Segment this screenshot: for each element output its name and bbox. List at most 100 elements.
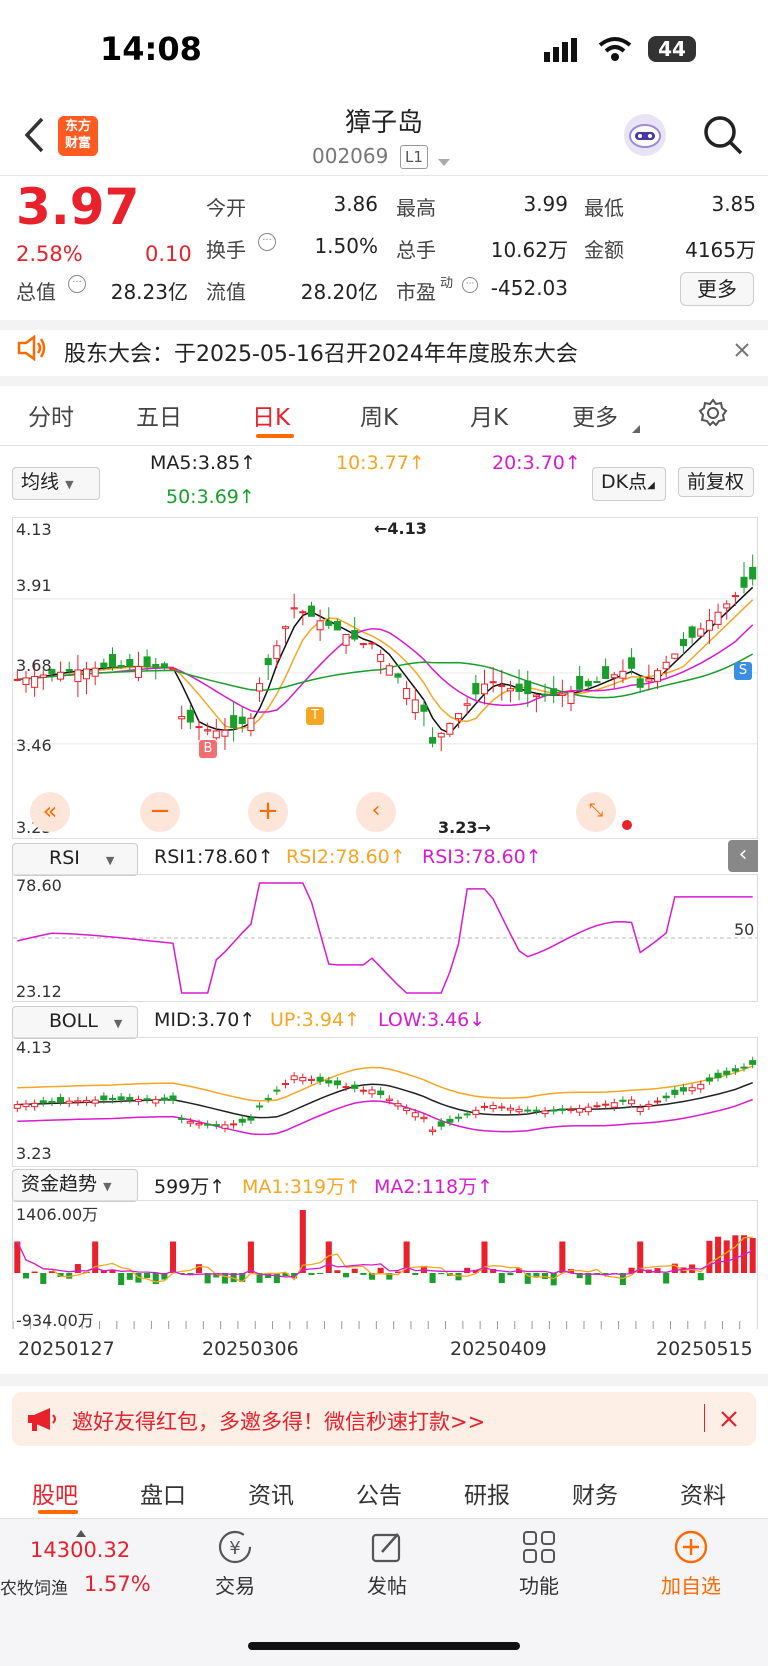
tab-finance[interactable]: 财务 — [572, 1476, 618, 1510]
rsi-svg — [13, 882, 757, 994]
signal-icon — [544, 38, 580, 66]
chevron-down-icon: ▼ — [103, 1180, 112, 1193]
chevron-left-icon[interactable]: ‹ — [356, 792, 396, 832]
tab-guba[interactable]: 股吧 — [32, 1476, 78, 1510]
buy-badge[interactable]: B — [199, 740, 217, 758]
fund-bar — [732, 1235, 739, 1273]
fund-bar — [126, 1273, 133, 1280]
zoom-in-icon[interactable]: + — [248, 792, 288, 832]
boll-candle — [541, 1110, 549, 1115]
fund-select[interactable]: 资金趋势 ▼ — [12, 1169, 138, 1202]
tab-pankou[interactable]: 盘口 — [140, 1476, 186, 1510]
robot-assistant-icon[interactable] — [624, 114, 666, 156]
candle-body — [385, 665, 393, 676]
boll-chart[interactable] — [12, 1037, 758, 1167]
info-icon[interactable]: ··· — [258, 233, 276, 251]
boll-select[interactable]: BOLL ▼ — [12, 1006, 138, 1039]
tab-announcements[interactable]: 公告 — [356, 1476, 402, 1510]
candle-body — [446, 722, 454, 735]
tab-research[interactable]: 研报 — [464, 1476, 510, 1510]
rsi-chart[interactable] — [12, 874, 758, 1002]
candle-body — [455, 713, 463, 720]
fund-svg — [12, 1210, 756, 1329]
kline-y-label: 3.68 — [16, 656, 52, 675]
boll-candle — [299, 1076, 307, 1082]
info-icon[interactable]: ··· — [462, 277, 478, 293]
tab-weekly-k[interactable]: 周K — [360, 398, 398, 432]
boll-candle — [57, 1097, 65, 1103]
fund-chart[interactable] — [12, 1200, 758, 1329]
gear-icon[interactable] — [698, 398, 728, 432]
change-percent: 2.58% — [16, 242, 83, 266]
close-icon[interactable] — [720, 1410, 738, 1432]
tab-profile[interactable]: 资料 — [680, 1476, 726, 1510]
adjust-button[interactable]: 前复权 — [678, 467, 754, 497]
float-mv-value: 28.20亿 — [300, 280, 378, 304]
chevron-down-icon: ▼ — [65, 478, 74, 491]
zoom-out-icon[interactable]: − — [140, 792, 180, 832]
rewind-icon[interactable]: « — [30, 792, 70, 832]
date-label: 20250409 — [450, 1338, 547, 1360]
kline-chart[interactable] — [12, 517, 758, 839]
fund-bar — [247, 1241, 254, 1273]
dk-button[interactable]: DK点◢ — [592, 467, 666, 501]
nav-add-watchlist[interactable]: 加自选 — [646, 1570, 736, 1599]
index-name[interactable]: 农牧饲渔 — [0, 1574, 68, 1599]
fund-bar — [273, 1273, 280, 1284]
boll-candle — [619, 1099, 627, 1102]
boll-candle — [498, 1106, 506, 1109]
tab-more[interactable]: 更多 — [572, 398, 618, 432]
boll-candle — [195, 1122, 203, 1126]
notice-text[interactable]: 股东大会：于2025-05-16召开2024年年度股东大会 — [64, 336, 578, 368]
candle-body — [498, 684, 506, 687]
t-badge[interactable]: T — [306, 707, 324, 725]
indicator-select[interactable]: 均线 ▼ — [12, 467, 100, 500]
boll-candle — [385, 1098, 393, 1102]
triangle-icon: ◢ — [647, 480, 655, 491]
boll-top-label: 4.13 — [16, 1038, 52, 1057]
collapse-left-icon[interactable]: ‹ — [728, 840, 758, 872]
date-label: 20250306 — [202, 1338, 299, 1360]
promo-text[interactable]: 邀好友得红包，多邀多得！微信秒速打款>> — [72, 1406, 485, 1436]
yen-icon[interactable]: ¥ — [190, 1528, 280, 1573]
pe-value: -452.03 — [490, 276, 568, 300]
expand-icon[interactable]: ⤡ — [576, 792, 616, 832]
sell-badge[interactable]: S — [734, 662, 752, 680]
info-icon[interactable]: ··· — [68, 275, 86, 293]
boll-candle — [256, 1105, 264, 1108]
fund-bar — [559, 1241, 566, 1273]
tab-monthly-k[interactable]: 月K — [470, 398, 508, 432]
candle-body — [688, 626, 696, 638]
chevron-down-icon: ▼ — [105, 854, 115, 867]
boll-candle — [100, 1095, 108, 1101]
candle-body — [489, 681, 497, 684]
more-button[interactable]: 更多 — [680, 272, 754, 306]
nav-post[interactable]: 发帖 — [342, 1570, 432, 1599]
boll-candle — [576, 1107, 584, 1113]
chevron-down-icon[interactable] — [438, 152, 450, 171]
boll-candle — [83, 1099, 91, 1103]
turnover-value: 1.50% — [314, 234, 378, 258]
boll-low-line — [17, 1098, 753, 1136]
search-icon[interactable] — [702, 114, 744, 160]
nav-functions[interactable]: 功能 — [494, 1570, 584, 1599]
index-value[interactable]: 14300.32 — [30, 1538, 130, 1562]
candle-body — [204, 729, 212, 732]
candle-body — [584, 680, 592, 687]
candle-body — [679, 638, 687, 647]
plus-circle-icon[interactable] — [646, 1528, 736, 1573]
candle-body — [636, 678, 644, 688]
edit-icon[interactable] — [342, 1528, 432, 1573]
fund-bar — [412, 1273, 419, 1276]
candle-body — [256, 683, 264, 692]
rsi-select[interactable]: RSI ▼ — [12, 843, 138, 876]
level-badge[interactable]: L1 — [400, 145, 428, 169]
nav-trade[interactable]: 交易 — [190, 1570, 280, 1599]
close-icon[interactable] — [734, 342, 750, 362]
tab-five-day[interactable]: 五日 — [136, 398, 182, 432]
grid-icon[interactable] — [494, 1528, 584, 1573]
boll-candle — [108, 1098, 117, 1101]
tab-news[interactable]: 资讯 — [248, 1476, 294, 1510]
tab-daily-k[interactable]: 日K — [252, 398, 290, 432]
tab-intraday[interactable]: 分时 — [28, 398, 74, 432]
